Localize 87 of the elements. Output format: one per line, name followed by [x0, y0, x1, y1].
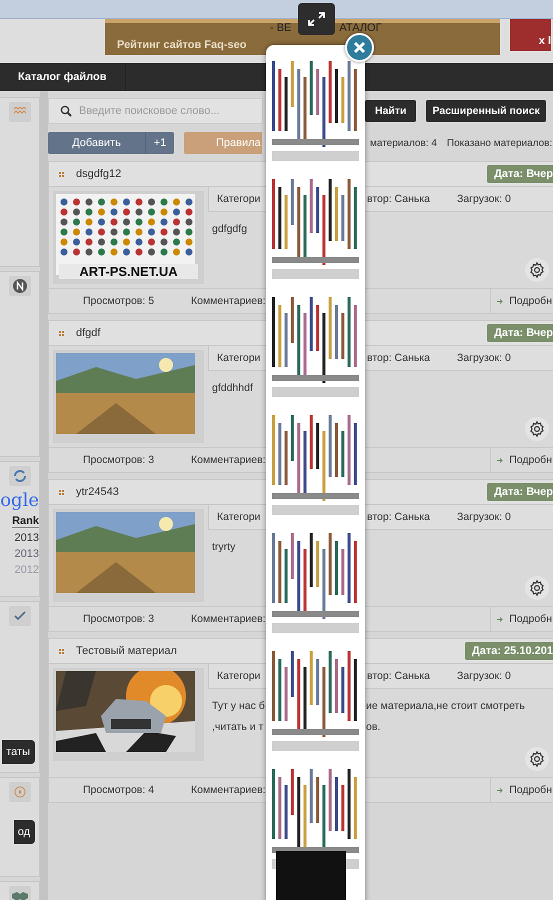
downloads-text: Загрузок: 0: [457, 511, 512, 523]
author-text: втор: Санька: [367, 511, 432, 523]
settings-icon: [528, 420, 546, 438]
check-icon[interactable]: [9, 606, 31, 626]
entry-title[interactable]: ytr24543: [76, 486, 119, 498]
entry-title[interactable]: Тестовый материал: [76, 645, 177, 657]
logo-text: ogle: [0, 490, 39, 511]
close-icon: [352, 40, 367, 55]
handshake-icon[interactable]: [9, 886, 31, 900]
entry-title[interactable]: dfgdf: [76, 327, 100, 339]
add-button[interactable]: Добавить +1: [48, 132, 174, 154]
category-text: Категори: [216, 352, 262, 364]
comments-text: Комментариев:: [191, 613, 267, 625]
badge-icon[interactable]: [9, 276, 31, 296]
description-text: tryrty: [212, 540, 236, 555]
details-link[interactable]: Подробн: [490, 289, 553, 313]
downloads-text: Загрузок: 0: [457, 670, 512, 682]
author-text: втор: Санька: [367, 352, 432, 364]
details-link[interactable]: Подробн: [490, 778, 553, 802]
author-text: втор: Санька: [367, 670, 432, 682]
description-text: Тут у нас б: [212, 699, 266, 714]
thumbnail-caption: ART-PS.NET.UA: [59, 264, 198, 279]
rank-year: 2012: [14, 564, 39, 576]
settings-icon: [528, 579, 546, 597]
downloads-text: Загрузок: 0: [457, 352, 512, 364]
total-count: материалов: 4: [370, 138, 437, 148]
views-text: Просмотров: 4: [82, 784, 156, 796]
views-text: Просмотров: 3: [82, 454, 156, 466]
search-field[interactable]: Введите поисковое слово...: [48, 98, 263, 124]
settings-button[interactable]: [525, 747, 549, 771]
banner-text: АТАЛОГ: [339, 23, 382, 33]
shown-count: Показано материалов:: [446, 138, 552, 148]
advanced-search-button[interactable]: Расширенный поиск: [426, 100, 546, 122]
details-link[interactable]: Подробн: [490, 607, 553, 631]
banner-caption: Рейтинг сайтов Faq-seo: [117, 39, 246, 51]
date-label: Дата: Вчер: [487, 165, 553, 183]
description-text: ие материала,не стоит смотреть: [366, 699, 526, 714]
category-text: Категори: [216, 193, 262, 205]
expand-button[interactable]: [298, 3, 335, 35]
settings-button[interactable]: [525, 576, 549, 600]
search-icon: [60, 105, 72, 117]
entry-title[interactable]: dsgdfg12: [76, 168, 122, 180]
refresh-icon[interactable]: [9, 466, 31, 486]
thumbnail-frame[interactable]: [53, 509, 204, 602]
arrow-icon: [497, 616, 504, 622]
thumbnail-frame[interactable]: ART-PS.NET.UA: [53, 191, 204, 284]
results-button[interactable]: таты: [2, 740, 35, 764]
grip-icon: [59, 172, 64, 176]
views-text: Просмотров: 5: [82, 295, 156, 307]
category-text: Категори: [216, 670, 262, 682]
rank-year: 2013: [14, 532, 39, 544]
grip-icon: [59, 330, 64, 336]
details-link[interactable]: Подробн: [490, 448, 553, 472]
arrow-icon: [497, 298, 504, 304]
date-label: Дата: Вчер: [487, 483, 553, 501]
date-label: Дата: Вчер: [487, 324, 553, 342]
comments-text: Комментариев:: [191, 295, 267, 307]
downloads-text: Загрузок: 0: [457, 193, 512, 205]
find-button[interactable]: Найти: [365, 100, 416, 122]
description-text: ,читать и т: [212, 720, 264, 735]
side-banner[interactable]: x l: [510, 19, 551, 51]
settings-button[interactable]: [525, 417, 549, 441]
expand-icon: [306, 11, 327, 27]
thumbnail-frame[interactable]: [53, 350, 204, 443]
category-text: Категори: [216, 511, 262, 523]
date-label: Дата: 25.10.201: [464, 642, 553, 660]
description-text: ов.: [366, 720, 382, 735]
banner-text: x l: [538, 35, 551, 47]
nav-item[interactable]: Каталог файлов: [0, 63, 126, 91]
rank-year: 2013: [14, 548, 39, 560]
arrow-icon: [497, 458, 504, 462]
grip-icon: [59, 490, 64, 494]
arrow-icon: [497, 788, 504, 792]
thumbnail-frame[interactable]: [53, 668, 204, 761]
login-button[interactable]: од: [14, 820, 35, 844]
settings-icon: [528, 750, 546, 768]
comments-text: Комментариев:: [191, 784, 267, 796]
settings-button[interactable]: [525, 258, 549, 282]
description-text: gdfgdfg: [212, 222, 248, 237]
description-text: gfddhhdf: [212, 381, 254, 396]
views-text: Просмотров: 3: [82, 613, 156, 625]
column-header: Rank: [12, 515, 39, 528]
banner-text: - ВЕ: [270, 23, 292, 33]
comments-text: Комментариев:: [191, 454, 267, 466]
settings-icon: [528, 261, 546, 279]
grip-icon: [59, 648, 64, 654]
author-text: втор: Санька: [367, 193, 432, 205]
